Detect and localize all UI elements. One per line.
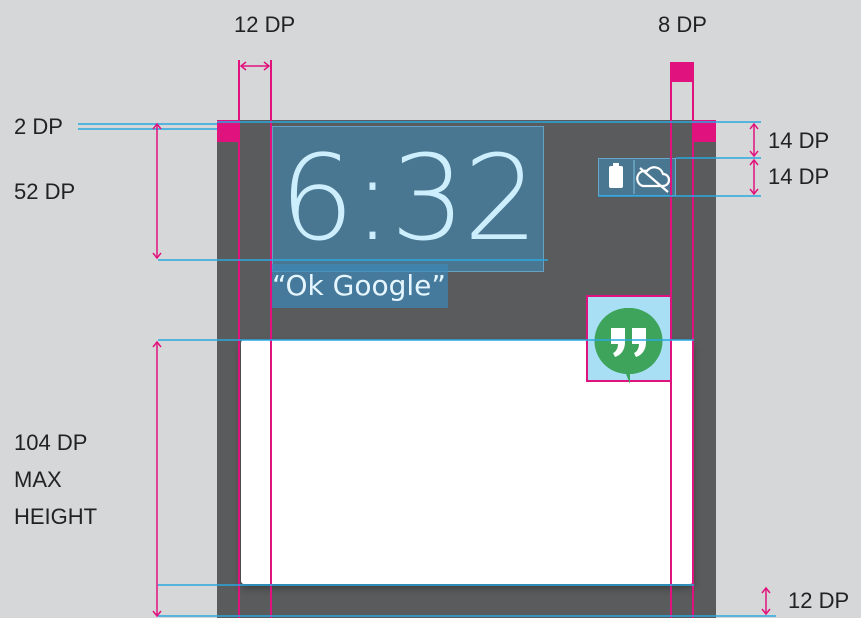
label-card-bottom: 12 DP	[788, 588, 850, 613]
label-top-bar: 2 DP	[14, 114, 63, 139]
status-icons-highlight	[598, 158, 676, 196]
label-status-top: 14 DP	[768, 128, 830, 153]
clock-time: 6:32	[279, 129, 539, 267]
right-gutter-marker	[670, 62, 694, 82]
label-gutter-left: 12 DP	[234, 12, 296, 37]
label-clock-height: 52 DP	[14, 179, 76, 204]
label-card-height: 104 DP MAX HEIGHT	[14, 430, 98, 529]
gutter-measure-left	[239, 61, 271, 71]
label-gutter-right: 8 DP	[658, 12, 707, 37]
app-icon-highlight	[586, 295, 672, 382]
label-status-height: 14 DP	[768, 164, 830, 189]
hotword-text: “Ok Google”	[272, 269, 446, 302]
